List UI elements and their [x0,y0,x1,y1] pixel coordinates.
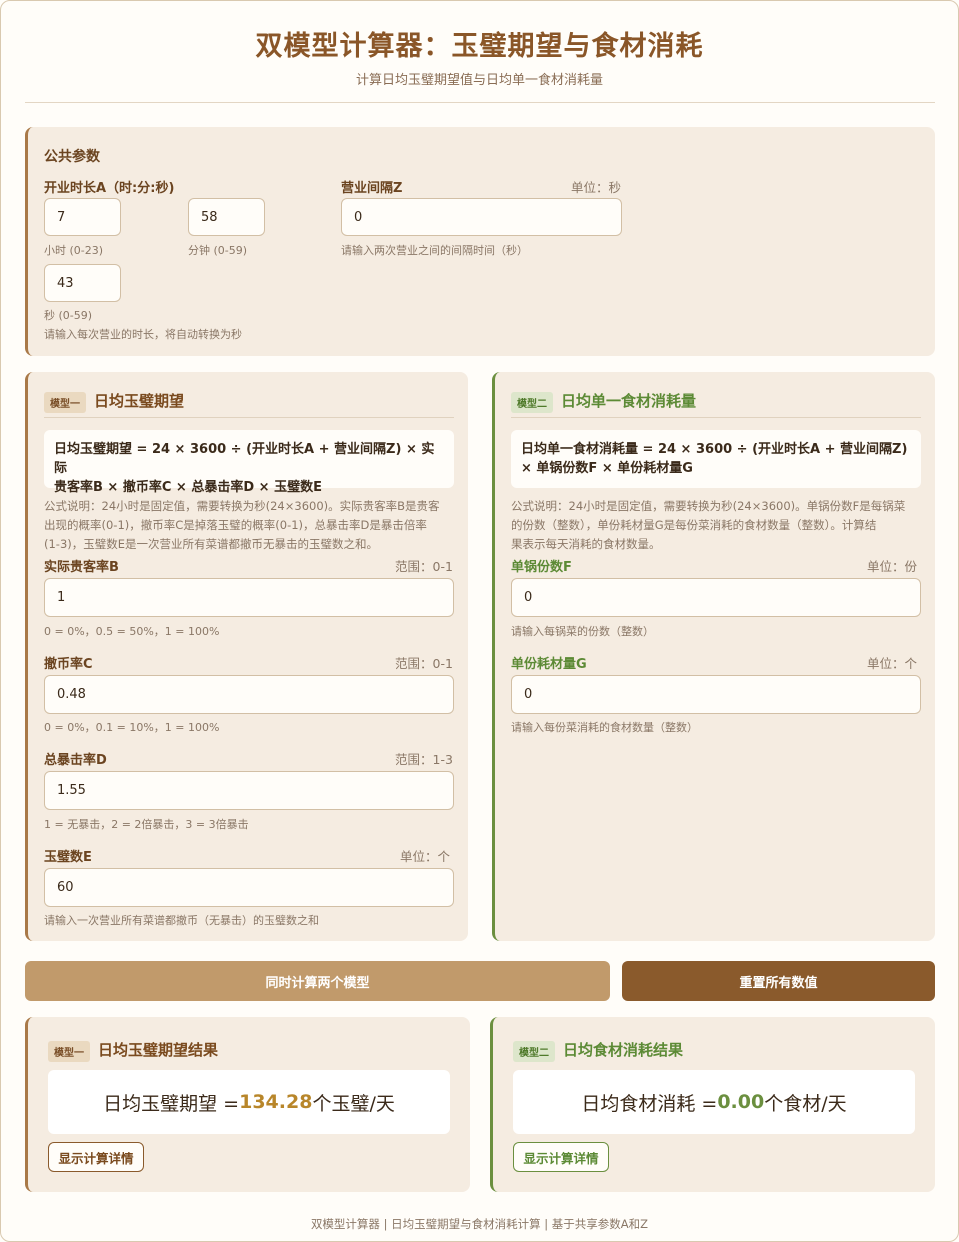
d-hint: 1 = 无暴击，2 = 2倍暴击，3 = 3倍暴击 [44,818,249,831]
result2-details-button[interactable]: 显示计算详情 [513,1142,609,1172]
d-range: 范围：1-3 [395,752,453,767]
g-label: 单份耗材量G [511,657,587,672]
model1-formula: 日均玉璧期望 = 24 × 3600 ÷ (开业时长A + 营业间隔Z) × 实… [44,430,454,495]
d-input[interactable]: 1.55 [44,771,454,810]
model2-desc-line3: 果表示每天消耗的食材数量。 [511,537,661,551]
c-input[interactable]: 0.48 [44,675,454,714]
result2-title: 日均食材消耗结果 [563,1041,684,1059]
interval-hint: 请输入两次营业之间的间隔时间（秒） [341,244,528,257]
b-input[interactable]: 1 [44,578,454,617]
g-input[interactable]: 0 [511,675,921,714]
result1-badge: 模型一 [48,1041,90,1062]
model2-formula: 日均单一食材消耗量 = 24 × 3600 ÷ (开业时长A + 营业间隔Z) … [511,430,921,488]
calculate-both-button[interactable]: 同时计算两个模型 [25,961,610,1001]
model1-description: 公式说明：24小时是固定值，需要转换为秒(24×3600)。实际贵客率B是贵客 … [44,497,459,554]
d-label: 总暴击率D [44,753,107,768]
b-hint: 0 = 0%，0.5 = 50%，1 = 100% [44,625,220,638]
hours-hint: 小时 (0-23) [44,244,104,257]
f-unit: 单位：份 [867,559,918,574]
model1-desc-line2: 出现的概率(0-1)，撤币率C是掉落玉璧的概率(0-1)，总暴击率D是暴击倍率 [44,518,427,532]
page-subtitle: 计算日均玉璧期望值与日均单一食材消耗量 [355,73,603,88]
c-label: 撤币率C [44,657,93,672]
result1-title: 日均玉璧期望结果 [98,1041,219,1059]
model2-formula-line2: × 单锅份数F × 单份耗材量G [521,461,693,476]
model2-desc-line1: 公式说明：24小时是固定值，需要转换为秒(24×3600)。单锅份数F是每锅菜 [511,499,906,513]
model2-title: 日均单一食材消耗量 [561,392,697,410]
e-input[interactable]: 60 [44,868,454,907]
b-label: 实际贵客率B [44,560,119,575]
result2-suffix: 个食材/天 [764,1092,847,1115]
interval-unit: 单位：秒 [571,180,622,195]
model1-panel: 模型一 日均玉璧期望 日均玉璧期望 = 24 × 3600 ÷ (开业时长A +… [25,372,468,941]
result1-box: 日均玉璧期望 = 134.28 个玉璧/天 [48,1070,450,1134]
seconds-input[interactable]: 43 [44,264,121,302]
model1-formula-line2: 贵客率B × 撤币率C × 总暴击率D × 玉璧数E [54,480,322,495]
minutes-input[interactable]: 58 [188,198,265,236]
result1-value: 134.28 [239,1091,313,1113]
result1-prefix: 日均玉璧期望 = [103,1092,240,1115]
model2-desc-line2: 的份数（整数），单份耗材量G是每份菜消耗的食材数量（整数）。计算结 [511,518,877,532]
model2-badge: 模型二 [511,392,553,413]
hours-input[interactable]: 7 [44,198,121,236]
footer-text: 双模型计算器 | 日均玉璧期望与食材消耗计算 | 基于共享参数A和Z [310,1217,649,1231]
b-range: 范围：0-1 [395,559,453,574]
common-params-panel: 公共参数 开业时长A（时:分:秒) 7 小时 (0-23) 58 分钟 (0-5… [25,127,935,356]
common-params-title: 公共参数 [44,149,100,165]
result1-details-button[interactable]: 显示计算详情 [48,1142,144,1172]
result2-value: 0.00 [717,1091,765,1113]
g-unit: 单位：个 [867,656,918,671]
model1-title: 日均玉璧期望 [94,392,185,410]
interval-label: 营业间隔Z [341,181,403,196]
interval-input[interactable]: 0 [341,198,622,236]
f-input[interactable]: 0 [511,578,921,617]
model1-formula-line1: 日均玉璧期望 = 24 × 3600 ÷ (开业时长A + 营业间隔Z) × 实… [54,442,435,476]
result1-panel: 模型一 日均玉璧期望结果 日均玉璧期望 = 134.28 个玉璧/天 显示计算详情 [25,1017,470,1192]
c-range: 范围：0-1 [395,656,453,671]
duration-hint: 请输入每次营业的时长，将自动转换为秒 [44,328,242,341]
seconds-hint: 秒 (0-59) [44,309,93,322]
model2-divider [511,417,921,418]
result1-suffix: 个玉璧/天 [312,1092,395,1115]
c-hint: 0 = 0%，0.1 = 10%，1 = 100% [44,721,220,734]
model1-desc-line1: 公式说明：24小时是固定值，需要转换为秒(24×3600)。实际贵客率B是贵客 [44,499,440,513]
result2-prefix: 日均食材消耗 = [581,1092,718,1115]
result2-badge: 模型二 [513,1041,555,1062]
model2-formula-line1: 日均单一食材消耗量 = 24 × 3600 ÷ (开业时长A + 营业间隔Z) [521,442,908,457]
duration-label: 开业时长A（时:分:秒) [44,181,175,196]
minutes-hint: 分钟 (0-59) [188,244,248,257]
e-label: 玉璧数E [44,850,92,865]
result2-panel: 模型二 日均食材消耗结果 日均食材消耗 = 0.00 个食材/天 显示计算详情 [490,1017,935,1192]
model2-panel: 模型二 日均单一食材消耗量 日均单一食材消耗量 = 24 × 3600 ÷ (开… [492,372,935,941]
e-unit: 单位：个 [400,849,451,864]
page-title: 双模型计算器：玉璧期望与食材消耗 [255,31,704,62]
reset-all-button[interactable]: 重置所有数值 [622,961,935,1001]
f-label: 单锅份数F [511,560,572,575]
model1-badge: 模型一 [44,392,86,413]
result2-box: 日均食材消耗 = 0.00 个食材/天 [513,1070,915,1134]
f-hint: 请输入每锅菜的份数（整数） [511,625,654,638]
model1-desc-line3: (1-3)，玉璧数E是一次营业所有菜谱都撤币无暴击的玉璧数之和。 [44,537,379,551]
model2-description: 公式说明：24小时是固定值，需要转换为秒(24×3600)。单锅份数F是每锅菜 … [511,497,926,554]
e-hint: 请输入一次营业所有菜谱都撤币（无暴击）的玉璧数之和 [44,914,319,927]
g-hint: 请输入每份菜消耗的食材数量（整数） [511,721,698,734]
header-divider [25,102,935,103]
model1-divider [44,417,454,418]
